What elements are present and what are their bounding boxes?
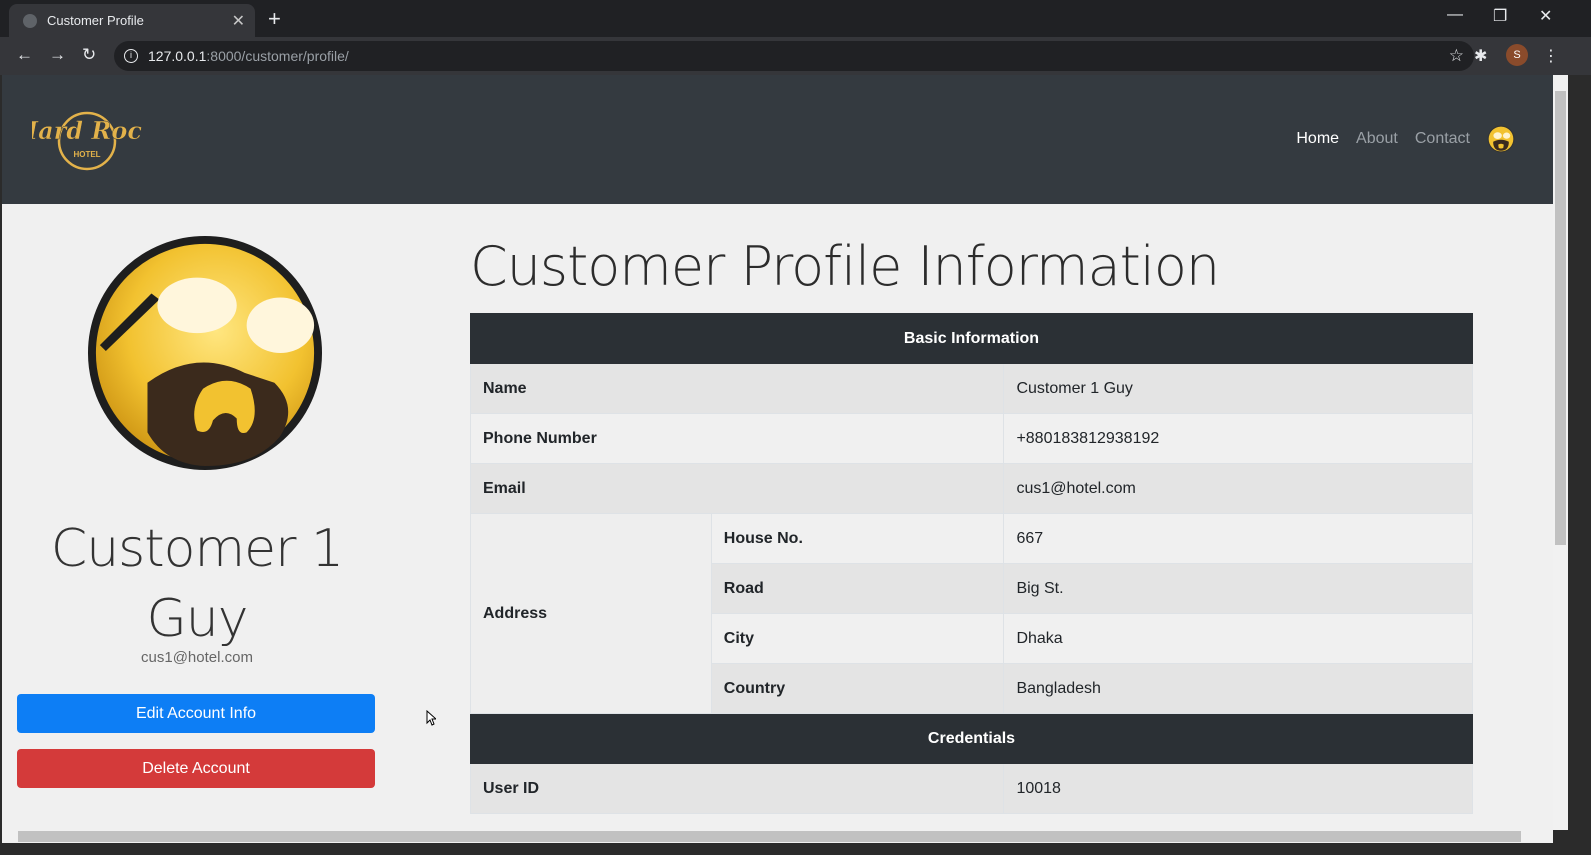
customer-email: cus1@hotel.com [141,649,253,666]
address-bar[interactable]: i 127.0.0.1:8000/customer/profile/ ☆ [114,41,1474,71]
customer-name-line2: Guy [146,589,248,649]
mouse-cursor-icon [426,710,436,726]
logo-sub: HOTEL [73,150,100,159]
house-value: 667 [1003,513,1473,564]
table-row: Address House No. 667 [470,513,1473,714]
new-tab-icon[interactable]: + [268,6,281,32]
url-host: 127.0.0.1 [148,48,207,64]
site-navbar: Hard Rock HOTEL Home About Contact [2,75,1553,204]
userid-value: 10018 [1003,763,1473,814]
house-label: House No. [710,513,1005,564]
customer-name-line1: Customer 1 [50,519,344,579]
table-row: User ID 10018 [469,763,1473,814]
vertical-scrollbar[interactable] [1553,75,1568,830]
nav-contact[interactable]: Contact [1415,130,1470,148]
restore-icon[interactable]: ❐ [1493,6,1507,26]
site-info-icon[interactable]: i [124,49,138,63]
window-edge [1568,75,1591,855]
logo-text: Hard Rock [32,116,142,145]
nav-links: Home About Contact [1296,125,1515,153]
window-close-icon[interactable]: ✕ [1539,6,1552,26]
forward-icon[interactable]: → [49,45,66,65]
back-icon[interactable]: ← [16,45,33,65]
profile-table: Basic Information Name Customer 1 Guy Ph… [469,313,1473,814]
phone-label: Phone Number [469,413,1005,464]
country-label: Country [710,663,1005,714]
email-value: cus1@hotel.com [1003,463,1473,514]
browser-toolbar: ← → ↻ i 127.0.0.1:8000/customer/profile/… [0,37,1591,75]
close-tab-icon[interactable]: ✕ [232,11,245,31]
table-row: Name Customer 1 Guy [469,363,1473,414]
nav-about[interactable]: About [1356,130,1398,148]
browser-tabbar: Customer Profile ✕ + — ❐ ✕ [0,0,1591,37]
country-value: Bangladesh [1003,663,1473,714]
table-row: Email cus1@hotel.com [469,463,1473,514]
road-value: Big St. [1003,563,1473,614]
hard-rock-logo[interactable]: Hard Rock HOTEL [32,105,142,173]
name-value: Customer 1 Guy [1003,363,1473,414]
bookmark-star-icon[interactable]: ☆ [1449,46,1464,66]
window-edge-bottom [0,843,1591,855]
nav-home[interactable]: Home [1296,130,1339,148]
customer-name: Customer 1 Guy [2,514,392,654]
name-label: Name [469,363,1005,414]
browser-profile-avatar[interactable]: S [1506,44,1528,66]
credentials-header: Credentials [470,713,1473,764]
extensions-icon[interactable]: ✱ [1474,46,1487,66]
minimize-icon[interactable]: — [1447,6,1463,24]
profile-avatar [87,235,323,471]
city-label: City [710,613,1005,664]
vertical-scroll-thumb[interactable] [1555,91,1566,545]
tab-title: Customer Profile [47,13,144,28]
page-viewport: Hard Rock HOTEL Home About Contact [2,75,1553,830]
page-title: Customer Profile Information [470,235,1220,298]
horizontal-scrollbar[interactable] [2,830,1553,843]
reload-icon[interactable]: ↻ [82,45,96,65]
horizontal-scroll-thumb[interactable] [18,831,1521,842]
profile-sidebar: Customer 1 Guy cus1@hotel.com Edit Accou… [2,204,392,830]
phone-value: +880183812938192 [1003,413,1473,464]
browser-menu-icon[interactable]: ⋮ [1543,46,1559,66]
email-label: Email [469,463,1005,514]
favicon-icon [23,13,37,28]
userid-label: User ID [469,763,1005,814]
user-avatar-icon[interactable] [1487,125,1515,153]
delete-account-button[interactable]: Delete Account [17,749,375,788]
address-label: Address [470,513,712,714]
city-value: Dhaka [1003,613,1473,664]
basic-info-header: Basic Information [470,313,1473,364]
url-path: :8000/customer/profile/ [206,48,349,64]
edit-account-button[interactable]: Edit Account Info [17,694,375,733]
table-row: Phone Number +880183812938192 [469,413,1473,464]
browser-tab[interactable]: Customer Profile ✕ [9,4,255,37]
road-label: Road [710,563,1005,614]
